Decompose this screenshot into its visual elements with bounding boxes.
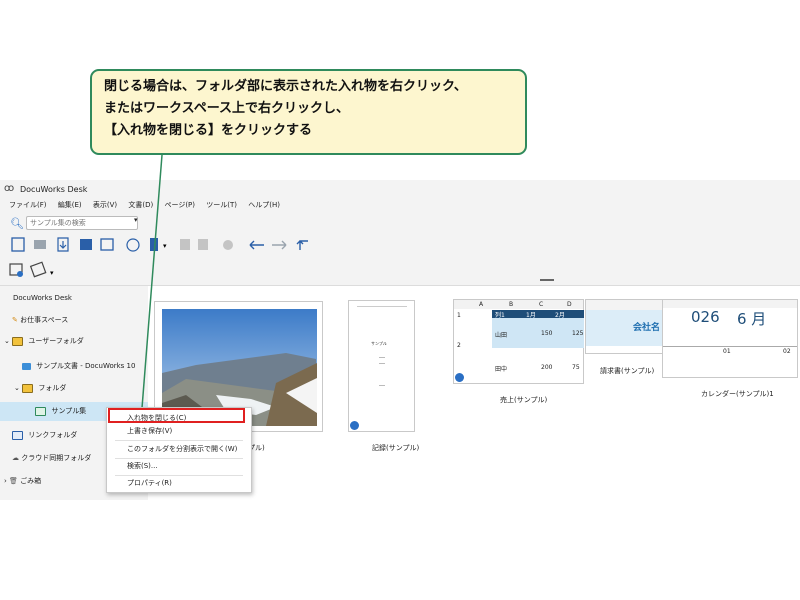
menu-divider [115,440,243,441]
callout-pointer-line [141,154,163,409]
search-menu-item[interactable]: 検索(S)... [127,459,158,473]
properties-menu-item[interactable]: プロパティ(R) [127,476,172,490]
open-split-view-menu-item[interactable]: このフォルダを分割表示で開く(W) [127,442,237,456]
highlight-box [108,408,245,423]
overwrite-save-menu-item[interactable]: 上書き保存(V) [127,424,172,438]
